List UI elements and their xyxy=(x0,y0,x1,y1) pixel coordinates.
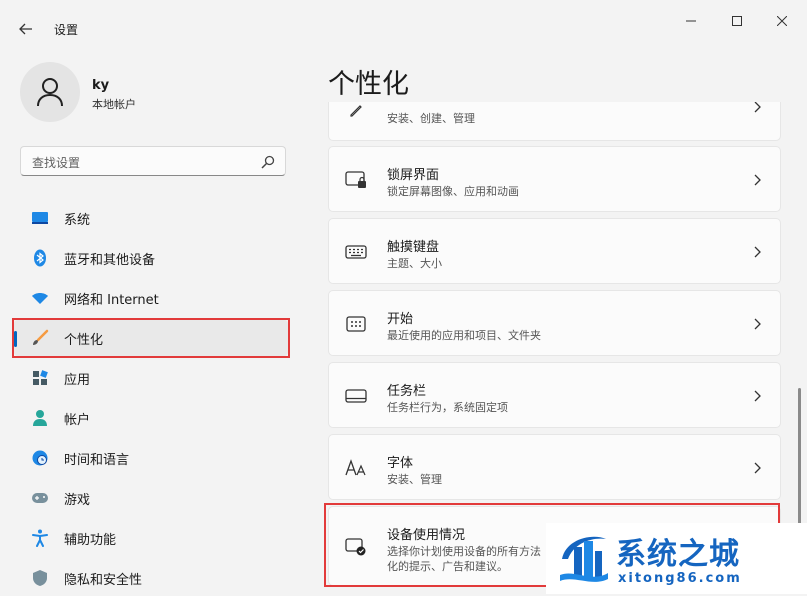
card-subtitle-line2: 化的提示、广告和建议。 xyxy=(387,560,508,573)
city-logo-icon xyxy=(560,536,608,582)
monitor-icon xyxy=(31,209,49,227)
sidebar-item-label: 应用 xyxy=(64,373,91,388)
card-subtitle: 最近使用的应用和项目、文件夹 xyxy=(387,329,541,342)
card-lock-screen[interactable]: 锁屏界面 锁定屏幕图像、应用和动画 xyxy=(328,146,781,212)
card-title: 字体 xyxy=(387,456,414,471)
accessibility-icon xyxy=(31,529,49,547)
sidebar-item-bluetooth[interactable]: 蓝牙和其他设备 xyxy=(14,240,288,276)
search-icon xyxy=(261,155,275,169)
sidebar-item-label: 网络和 Internet xyxy=(64,293,159,308)
sidebar-item-label: 隐私和安全性 xyxy=(64,573,143,588)
search-input[interactable]: 查找设置 xyxy=(20,146,286,176)
lock-screen-icon xyxy=(345,170,367,190)
selection-indicator xyxy=(14,331,17,347)
sidebar-item-accessibility[interactable]: 辅助功能 xyxy=(14,520,288,556)
gamepad-icon xyxy=(31,489,49,507)
sidebar-item-system[interactable]: 系统 xyxy=(14,200,288,236)
minimize-button[interactable] xyxy=(676,10,706,32)
sidebar-item-label: 帐户 xyxy=(64,413,91,428)
sidebar-item-time-language[interactable]: 时间和语言 xyxy=(14,440,288,476)
start-icon xyxy=(345,314,367,334)
page-title-overlay: 个性化 xyxy=(328,69,409,100)
sidebar-item-label: 游戏 xyxy=(64,493,91,508)
maximize-button[interactable] xyxy=(722,10,752,32)
avatar[interactable] xyxy=(20,62,80,122)
chevron-right-icon xyxy=(754,101,761,113)
chevron-right-icon xyxy=(754,174,761,186)
minimize-icon xyxy=(686,20,696,22)
keyboard-icon xyxy=(345,242,367,262)
card-taskbar[interactable]: 任务栏 任务栏行为，系统固定项 xyxy=(328,362,781,428)
brush-icon xyxy=(31,329,49,347)
watermark: 系统之城 xitong86.com xyxy=(546,523,807,594)
maximize-icon xyxy=(732,16,742,26)
wifi-icon xyxy=(31,289,49,307)
close-button[interactable] xyxy=(767,10,797,32)
chevron-right-icon xyxy=(754,390,761,402)
bluetooth-icon xyxy=(31,249,49,267)
card-title: 设备使用情况 xyxy=(387,528,466,543)
window-title: 设置 xyxy=(54,23,79,37)
sidebar-item-personalization[interactable]: 个性化 xyxy=(14,320,288,356)
shield-icon xyxy=(31,569,49,587)
sidebar-item-apps[interactable]: 应用 xyxy=(14,360,288,396)
sidebar-item-privacy[interactable]: 隐私和安全性 xyxy=(14,560,288,596)
title-bar: 设置 xyxy=(0,0,807,50)
card-touch-keyboard[interactable]: 触摸键盘 主题、大小 xyxy=(328,218,781,284)
card-subtitle: 主题、大小 xyxy=(387,257,442,270)
device-usage-icon xyxy=(345,537,367,557)
card-subtitle: 安装、创建、管理 xyxy=(387,112,475,125)
back-button[interactable] xyxy=(14,18,38,40)
chevron-right-icon xyxy=(754,318,761,330)
person-icon xyxy=(31,409,49,427)
watermark-text: 系统之城 xyxy=(616,537,740,572)
card-start[interactable]: 开始 最近使用的应用和项目、文件夹 xyxy=(328,290,781,356)
card-subtitle: 选择你计划使用设备的所有方法 xyxy=(387,545,541,558)
card-title: 开始 xyxy=(387,312,414,327)
sidebar-item-network[interactable]: 网络和 Internet xyxy=(14,280,288,316)
card-subtitle: 任务栏行为，系统固定项 xyxy=(387,401,508,414)
font-icon xyxy=(345,458,367,478)
search-placeholder: 查找设置 xyxy=(32,156,81,170)
sidebar-item-accounts[interactable]: 帐户 xyxy=(14,400,288,436)
taskbar-icon xyxy=(345,386,367,406)
close-icon xyxy=(777,16,787,26)
clock-globe-icon xyxy=(31,449,49,467)
card-title: 触摸键盘 xyxy=(387,240,440,255)
chevron-right-icon xyxy=(754,246,761,258)
sidebar-item-label: 时间和语言 xyxy=(64,453,130,468)
card-fonts[interactable]: 字体 安装、管理 xyxy=(328,434,781,500)
card-title: 锁屏界面 xyxy=(387,168,440,183)
profile-name: ky xyxy=(92,78,110,93)
apps-icon xyxy=(31,369,49,387)
card-title: 任务栏 xyxy=(387,384,427,399)
sidebar-item-label: 蓝牙和其他设备 xyxy=(64,253,156,268)
sidebar-item-label: 辅助功能 xyxy=(64,533,117,548)
sidebar-item-label: 个性化 xyxy=(64,333,104,348)
profile-account-type: 本地帐户 xyxy=(92,98,136,111)
sidebar-item-gaming[interactable]: 游戏 xyxy=(14,480,288,516)
card-subtitle: 锁定屏幕图像、应用和动画 xyxy=(387,185,519,198)
chevron-right-icon xyxy=(754,462,761,474)
watermark-url: xitong86.com xyxy=(618,571,742,586)
pen-icon xyxy=(345,100,367,120)
sidebar-item-label: 系统 xyxy=(64,213,91,228)
card-subtitle: 安装、管理 xyxy=(387,473,442,486)
user-icon xyxy=(37,78,63,107)
arrow-left-icon xyxy=(19,23,32,35)
